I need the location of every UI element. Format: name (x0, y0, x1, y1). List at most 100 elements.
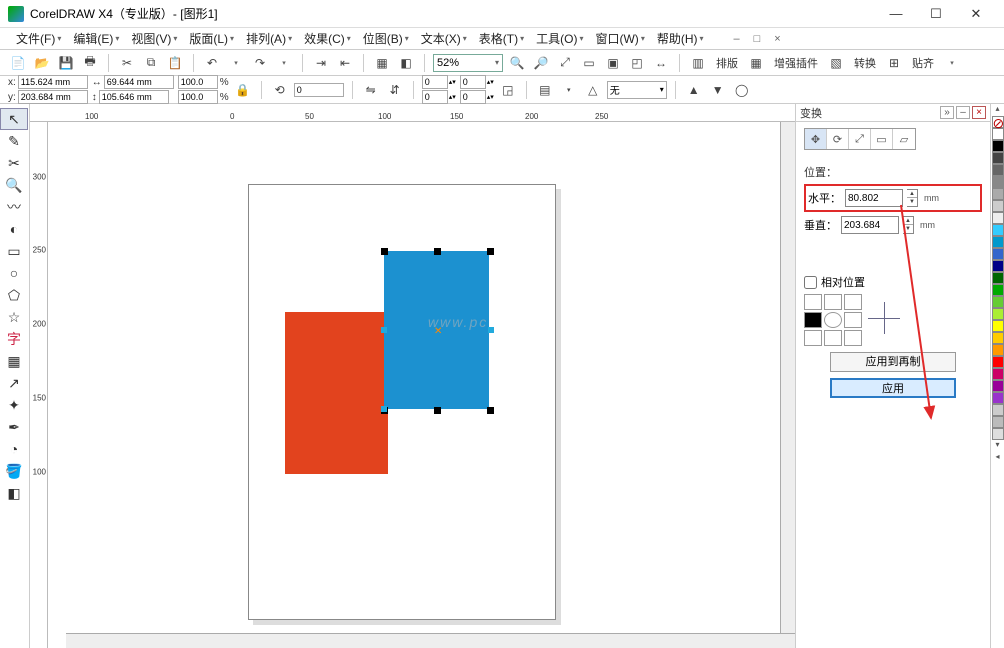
menu-effects[interactable]: 效果(C)▾ (298, 30, 357, 47)
color-swatch[interactable] (992, 332, 1004, 344)
pick-tool[interactable]: ↖ (0, 108, 28, 130)
zoom-tool[interactable]: 🔍 (0, 174, 28, 196)
corner-y-input[interactable] (460, 90, 486, 104)
smart-fill-tool[interactable]: ◐ (0, 218, 28, 240)
dimension-tool[interactable]: ↗ (0, 372, 28, 394)
snap-group-icon[interactable]: ⊞ (884, 53, 904, 73)
color-swatch[interactable] (992, 248, 1004, 260)
outline-tool[interactable]: ◔ (0, 438, 28, 460)
paste-icon[interactable]: 📋 (165, 53, 185, 73)
zoom-selection-icon[interactable]: ▣ (603, 53, 623, 73)
handle-mr[interactable] (488, 327, 494, 333)
doc-minimize-button[interactable]: – (730, 33, 744, 45)
close-button[interactable]: ✕ (956, 0, 996, 28)
size-tab-icon[interactable]: ▭ (871, 129, 893, 149)
anchor-grid[interactable] (804, 294, 862, 346)
menu-arrange[interactable]: 排列(A)▾ (240, 30, 298, 47)
apply-button[interactable]: 应用 (830, 378, 956, 398)
save-icon[interactable]: 💾 (56, 53, 76, 73)
wrap-dropdown-icon[interactable]: ▾ (559, 80, 579, 100)
crop-tool[interactable]: ✂ (0, 152, 28, 174)
rectangle-tool[interactable]: ▭ (0, 240, 28, 262)
handle-ml[interactable] (381, 327, 387, 333)
canvas[interactable]: www.pc ✕ (48, 122, 795, 648)
vertical-input[interactable] (841, 216, 899, 234)
width-input[interactable] (104, 75, 174, 89)
rotate-tab-icon[interactable]: ⟳ (827, 129, 849, 149)
no-color-swatch[interactable]: ⊘ (992, 116, 1004, 128)
vertical-spinner[interactable]: ▲▼ (903, 216, 914, 234)
export-icon[interactable]: ⇤ (335, 53, 355, 73)
color-swatch[interactable] (992, 428, 1004, 440)
import-icon[interactable]: ⇥ (311, 53, 331, 73)
outline-icon[interactable]: △ (583, 80, 603, 100)
red-rectangle[interactable] (285, 312, 388, 474)
vertical-ruler[interactable]: 300 250 200 150 100 (30, 122, 48, 648)
layout-group-icon[interactable]: ▥ (688, 53, 708, 73)
scale-tab-icon[interactable]: ⤢ (849, 129, 871, 149)
color-swatch[interactable] (992, 164, 1004, 176)
polygon-tool[interactable]: ⬠ (0, 284, 28, 306)
color-swatch[interactable] (992, 152, 1004, 164)
convert-curves-icon[interactable]: ◯ (732, 80, 752, 100)
color-swatch[interactable] (992, 272, 1004, 284)
zoom-out-icon[interactable]: 🔎 (531, 53, 551, 73)
copy-icon[interactable]: ⧉ (141, 53, 161, 73)
vertical-scrollbar[interactable] (780, 122, 795, 633)
handle-tl[interactable] (381, 248, 388, 255)
zoom-in-icon[interactable]: 🔍 (507, 53, 527, 73)
color-swatch[interactable] (992, 368, 1004, 380)
menu-help[interactable]: 帮助(H)▾ (651, 30, 710, 47)
menu-table[interactable]: 表格(T)▾ (473, 30, 530, 47)
color-swatch[interactable] (992, 380, 1004, 392)
redo-dropdown-icon[interactable]: ▾ (274, 53, 294, 73)
horizontal-scrollbar[interactable] (66, 633, 795, 648)
handle-bc[interactable] (434, 407, 441, 414)
color-swatch[interactable] (992, 200, 1004, 212)
mirror-h-icon[interactable]: ⇋ (361, 80, 381, 100)
rotation-input[interactable] (294, 83, 344, 97)
ellipse-tool[interactable]: ○ (0, 262, 28, 284)
fill-tool[interactable]: 🪣 (0, 460, 28, 482)
color-swatch[interactable] (992, 296, 1004, 308)
scale-y-input[interactable] (178, 90, 218, 104)
zoom-combo[interactable]: 52%▾ (433, 54, 503, 72)
app-launcher-icon[interactable]: ▦ (372, 53, 392, 73)
print-icon[interactable]: 🖶 (80, 53, 100, 73)
docker-minimize-icon[interactable]: – (956, 106, 970, 119)
corner-x-input[interactable] (460, 75, 486, 89)
zoom-all-icon[interactable]: ◰ (627, 53, 647, 73)
horizontal-spinner[interactable]: ▲▼ (907, 189, 918, 207)
color-swatch[interactable] (992, 392, 1004, 404)
palette-down-icon[interactable]: ▾ (991, 440, 1004, 452)
menu-edit[interactable]: 编辑(E)▾ (67, 30, 125, 47)
color-swatch[interactable] (992, 176, 1004, 188)
color-swatch[interactable] (992, 404, 1004, 416)
mirror-v-icon[interactable]: ⇵ (385, 80, 405, 100)
horizontal-ruler[interactable]: 100 0 50 100 150 200 250 (30, 104, 795, 122)
color-swatch[interactable] (992, 260, 1004, 272)
handle-tr[interactable] (487, 248, 494, 255)
welcome-icon[interactable]: ◧ (396, 53, 416, 73)
interactive-tool[interactable]: ✦ (0, 394, 28, 416)
zoom-page-icon[interactable]: ▭ (579, 53, 599, 73)
position-tab-icon[interactable]: ✥ (805, 129, 827, 149)
skew-tab-icon[interactable]: ▱ (893, 129, 915, 149)
relative-position-checkbox[interactable] (804, 276, 817, 289)
cut-icon[interactable]: ✂ (117, 53, 137, 73)
docker-close-icon[interactable]: × (972, 106, 986, 119)
docker-collapse-icon[interactable]: » (940, 106, 954, 119)
menu-view[interactable]: 视图(V)▾ (125, 30, 183, 47)
interactive-fill-tool[interactable]: ◧ (0, 482, 28, 504)
color-swatch[interactable] (992, 140, 1004, 152)
color-swatch[interactable] (992, 284, 1004, 296)
handle-tc[interactable] (434, 248, 441, 255)
doc-close-button[interactable]: × (770, 33, 784, 45)
to-back-icon[interactable]: ▼ (708, 80, 728, 100)
scale-x-input[interactable] (178, 75, 218, 89)
menu-window[interactable]: 窗口(W)▾ (589, 30, 650, 47)
handle-bl2[interactable] (381, 406, 387, 412)
table-tool[interactable]: ▦ (0, 350, 28, 372)
color-swatch[interactable] (992, 356, 1004, 368)
x-position-input[interactable] (18, 75, 88, 89)
